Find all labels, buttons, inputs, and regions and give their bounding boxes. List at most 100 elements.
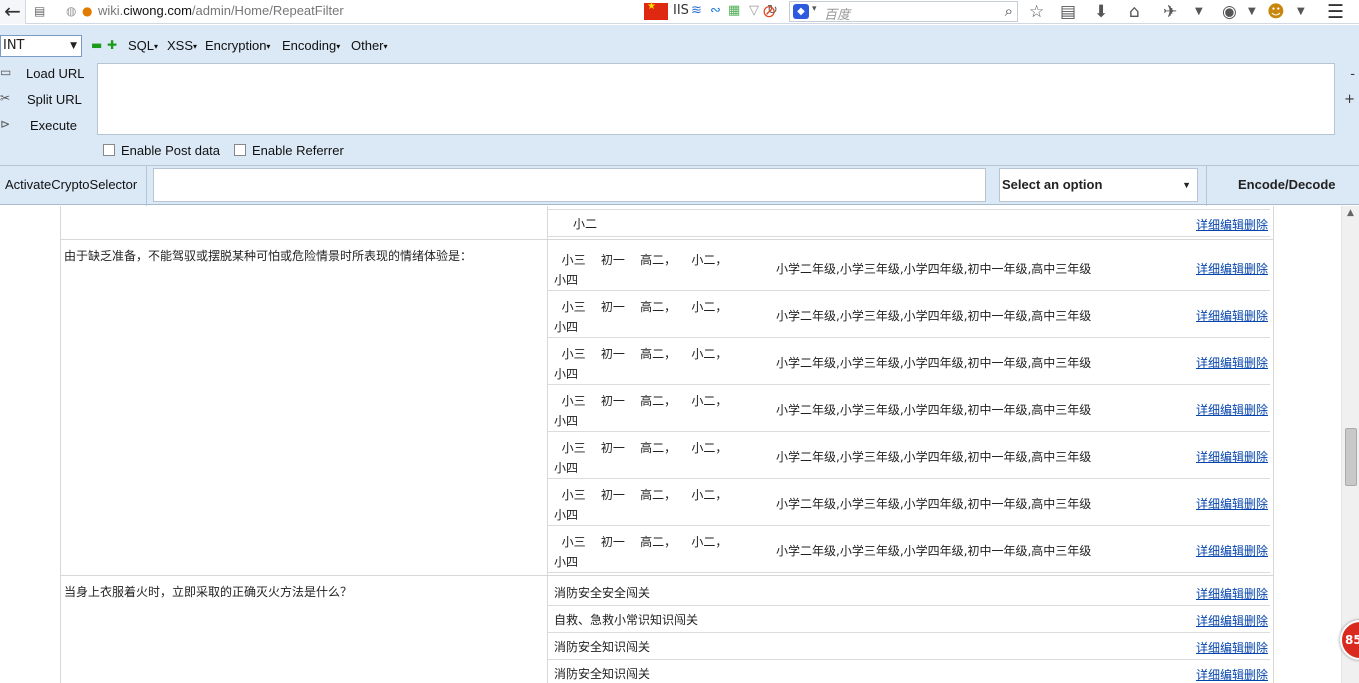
plugin-dropdown-icon[interactable]: ▼ xyxy=(1195,1,1203,23)
crypto-input[interactable] xyxy=(153,168,986,202)
dropdown-icon[interactable]: ▽ xyxy=(749,3,759,18)
encode-decode-button[interactable]: Encode/Decode xyxy=(1238,177,1336,192)
plugin-icon[interactable]: ✈ xyxy=(1163,1,1177,23)
grade-full-cell: 小学二年级,小学三年级,小学四年级,初中一年级,高中三年级 xyxy=(776,497,1092,511)
chevron-down-icon: ▼ xyxy=(70,41,77,51)
table-row: 消防安全知识闯关 详细编辑删除 xyxy=(548,633,1270,660)
chevron-down-icon: ▼ xyxy=(1182,180,1191,190)
reading-list-icon[interactable]: ▤ xyxy=(1060,1,1076,23)
download-icon[interactable]: ⬇ xyxy=(1094,1,1108,23)
monkey-icon[interactable]: ☻ xyxy=(1267,1,1285,23)
grade-full-cell: 小学二年级,小学三年级,小学四年级,初中一年级,高中三年级 xyxy=(776,544,1092,558)
vertical-scrollbar[interactable]: ▲ xyxy=(1341,206,1359,683)
divider xyxy=(146,166,147,206)
expand-button[interactable]: + xyxy=(1344,92,1355,107)
block-divider xyxy=(60,239,1274,240)
table-border xyxy=(60,206,61,683)
scrollbar-thumb[interactable] xyxy=(1345,428,1357,486)
grade-full-cell: 小学二年级,小学三年级,小学四年级,初中一年级,高中三年级 xyxy=(776,450,1092,464)
category-cell: 消防安全知识闯关 xyxy=(554,640,651,654)
crypto-bar: ActivateCryptoSelector Select an option ▼… xyxy=(0,165,1359,206)
split-url-icon: ✂ xyxy=(0,91,11,105)
proxy-dropdown-icon[interactable]: ▼ xyxy=(1248,1,1256,23)
search-engine-dropdown-icon[interactable]: ▾ xyxy=(812,4,817,14)
menu-encryption[interactable]: Encryption▾ xyxy=(205,38,270,53)
grade-short-cell: 小三 初一 高二， 小二， 小四 xyxy=(554,441,728,475)
load-url-icon: ▭ xyxy=(0,65,12,79)
edit-delete-link[interactable]: 详细编辑删除 xyxy=(1196,448,1268,465)
hackbar-panel: INT ▼ ▬ ✚ SQL▾ XSS▾ Encryption▾ Encoding▾… xyxy=(0,25,1359,206)
grade-full-cell: 小学二年级,小学三年级,小学四年级,初中一年级,高中三年级 xyxy=(776,309,1092,323)
wave-icon[interactable]: ∾ xyxy=(710,3,721,18)
table-row: 小三 初一 高二， 小二， 小四 小学二年级,小学三年级,小学四年级,初中一年级… xyxy=(548,338,1270,385)
page-icon: ▤ xyxy=(34,4,46,18)
grade-short-cell: 小三 初一 高二， 小二， 小四 xyxy=(554,347,728,381)
execute-button[interactable]: ⊳ Execute xyxy=(0,114,96,136)
grade-cell: 小二 xyxy=(573,217,598,231)
split-url-button[interactable]: ✂ Split URL xyxy=(0,88,96,110)
edit-delete-link[interactable]: 详细编辑删除 xyxy=(1196,585,1268,602)
plus-icon[interactable]: ✚ xyxy=(107,38,117,52)
url-text[interactable]: wiki.ciwong.com/admin/Home/RepeatFilter xyxy=(98,3,344,18)
edit-delete-link[interactable]: 详细编辑删除 xyxy=(1196,260,1268,277)
load-url-button[interactable]: ▭ Load URL xyxy=(0,62,96,84)
search-input[interactable]: 百度 xyxy=(824,4,850,23)
back-arrow-icon: ← xyxy=(4,0,21,23)
question-text: 由于缺乏准备，不能驾驭或摆脱某种可怕或危险情景时所表现的情绪体验是： xyxy=(64,249,473,263)
grade-short-cell: 小三 初一 高二， 小二， 小四 xyxy=(554,300,728,334)
grade-short-cell: 小三 初一 高二， 小二， 小四 xyxy=(554,253,728,287)
edit-delete-link[interactable]: 详细编辑删除 xyxy=(1196,216,1268,233)
table-border xyxy=(1273,206,1274,683)
home-icon[interactable]: ⌂ xyxy=(1129,1,1140,23)
table-row: 小三 初一 高二， 小二， 小四 小学二年级,小学三年级,小学四年级,初中一年级… xyxy=(548,432,1270,479)
type-select[interactable]: INT ▼ xyxy=(0,35,82,57)
minus-icon[interactable]: ▬ xyxy=(91,38,102,52)
back-button[interactable]: ← xyxy=(0,0,26,24)
block-divider xyxy=(60,575,1274,576)
china-flag-icon xyxy=(644,1,668,20)
table-row: 小三 初一 高二， 小二， 小四 小学二年级,小学三年级,小学四年级,初中一年级… xyxy=(548,479,1270,526)
search-box[interactable]: ◆ ▾ 百度 ⌕ xyxy=(789,1,1018,23)
table-row: 小二 详细编辑删除 xyxy=(548,209,1270,237)
baidu-icon[interactable]: ◆ xyxy=(793,4,809,19)
bookmark-star-icon[interactable]: ☆ xyxy=(1029,1,1044,23)
table-row: 消防安全安全闯关 详细编辑删除 xyxy=(548,579,1270,606)
enable-post-checkbox[interactable]: Enable Post data xyxy=(103,143,220,158)
execute-icon: ⊳ xyxy=(0,117,11,131)
proxy-icon[interactable]: ◉ xyxy=(1222,1,1237,23)
search-icon[interactable]: ⌕ xyxy=(1005,2,1013,20)
iis-label: IIS xyxy=(673,3,689,18)
menu-encoding[interactable]: Encoding▾ xyxy=(282,38,340,53)
edit-delete-link[interactable]: 详细编辑删除 xyxy=(1196,495,1268,512)
table-row: 小三 初一 高二， 小二， 小四 小学二年级,小学三年级,小学四年级,初中一年级… xyxy=(548,385,1270,432)
edit-delete-link[interactable]: 详细编辑删除 xyxy=(1196,612,1268,629)
globe-icon: ◍ xyxy=(66,4,77,18)
crypto-selector-label[interactable]: ActivateCryptoSelector xyxy=(5,177,137,192)
menu-other[interactable]: Other▾ xyxy=(351,38,388,53)
windows-icon[interactable]: ▦ xyxy=(728,3,740,18)
table-row: 消防安全知识闯关 详细编辑删除 xyxy=(548,660,1270,683)
shrink-button[interactable]: - xyxy=(1350,67,1355,82)
edit-delete-link[interactable]: 详细编辑删除 xyxy=(1196,307,1268,324)
table-row: 自救、急救小常识知识闯关 详细编辑删除 xyxy=(548,606,1270,633)
edit-delete-link[interactable]: 详细编辑删除 xyxy=(1196,354,1268,371)
menu-sql[interactable]: SQL▾ xyxy=(128,38,158,53)
navigation-bar: ← ▤ ◍ ● wiki.ciwong.com/admin/Home/Repea… xyxy=(0,0,1359,24)
crypto-select[interactable]: Select an option ▼ xyxy=(999,168,1198,202)
url-bar[interactable]: ▤ ◍ ● wiki.ciwong.com/admin/Home/RepeatF… xyxy=(30,1,778,22)
edit-delete-link[interactable]: 详细编辑删除 xyxy=(1196,401,1268,418)
hamburger-menu-icon[interactable]: ☰ xyxy=(1327,1,1344,23)
scroll-up-icon[interactable]: ▲ xyxy=(1347,208,1354,218)
block-icon[interactable]: ⊘ xyxy=(762,1,776,23)
menu-xss[interactable]: XSS▾ xyxy=(167,38,197,53)
url-textarea[interactable] xyxy=(97,63,1335,135)
edit-delete-link[interactable]: 详细编辑删除 xyxy=(1196,542,1268,559)
monkey-dropdown-icon[interactable]: ▼ xyxy=(1297,1,1305,23)
signal-icon[interactable]: ≋ xyxy=(691,3,702,18)
question-text: 当身上衣服着火时，立即采取的正确灭火方法是什么？ xyxy=(64,585,353,599)
category-cell: 自救、急救小常识知识闯关 xyxy=(554,613,699,627)
edit-delete-link[interactable]: 详细编辑删除 xyxy=(1196,666,1268,683)
enable-referrer-checkbox[interactable]: Enable Referrer xyxy=(234,143,344,158)
page-content: 小二 详细编辑删除 由于缺乏准备，不能驾驭或摆脱某种可怕或危险情景时所表现的情绪… xyxy=(0,206,1341,683)
edit-delete-link[interactable]: 详细编辑删除 xyxy=(1196,639,1268,656)
